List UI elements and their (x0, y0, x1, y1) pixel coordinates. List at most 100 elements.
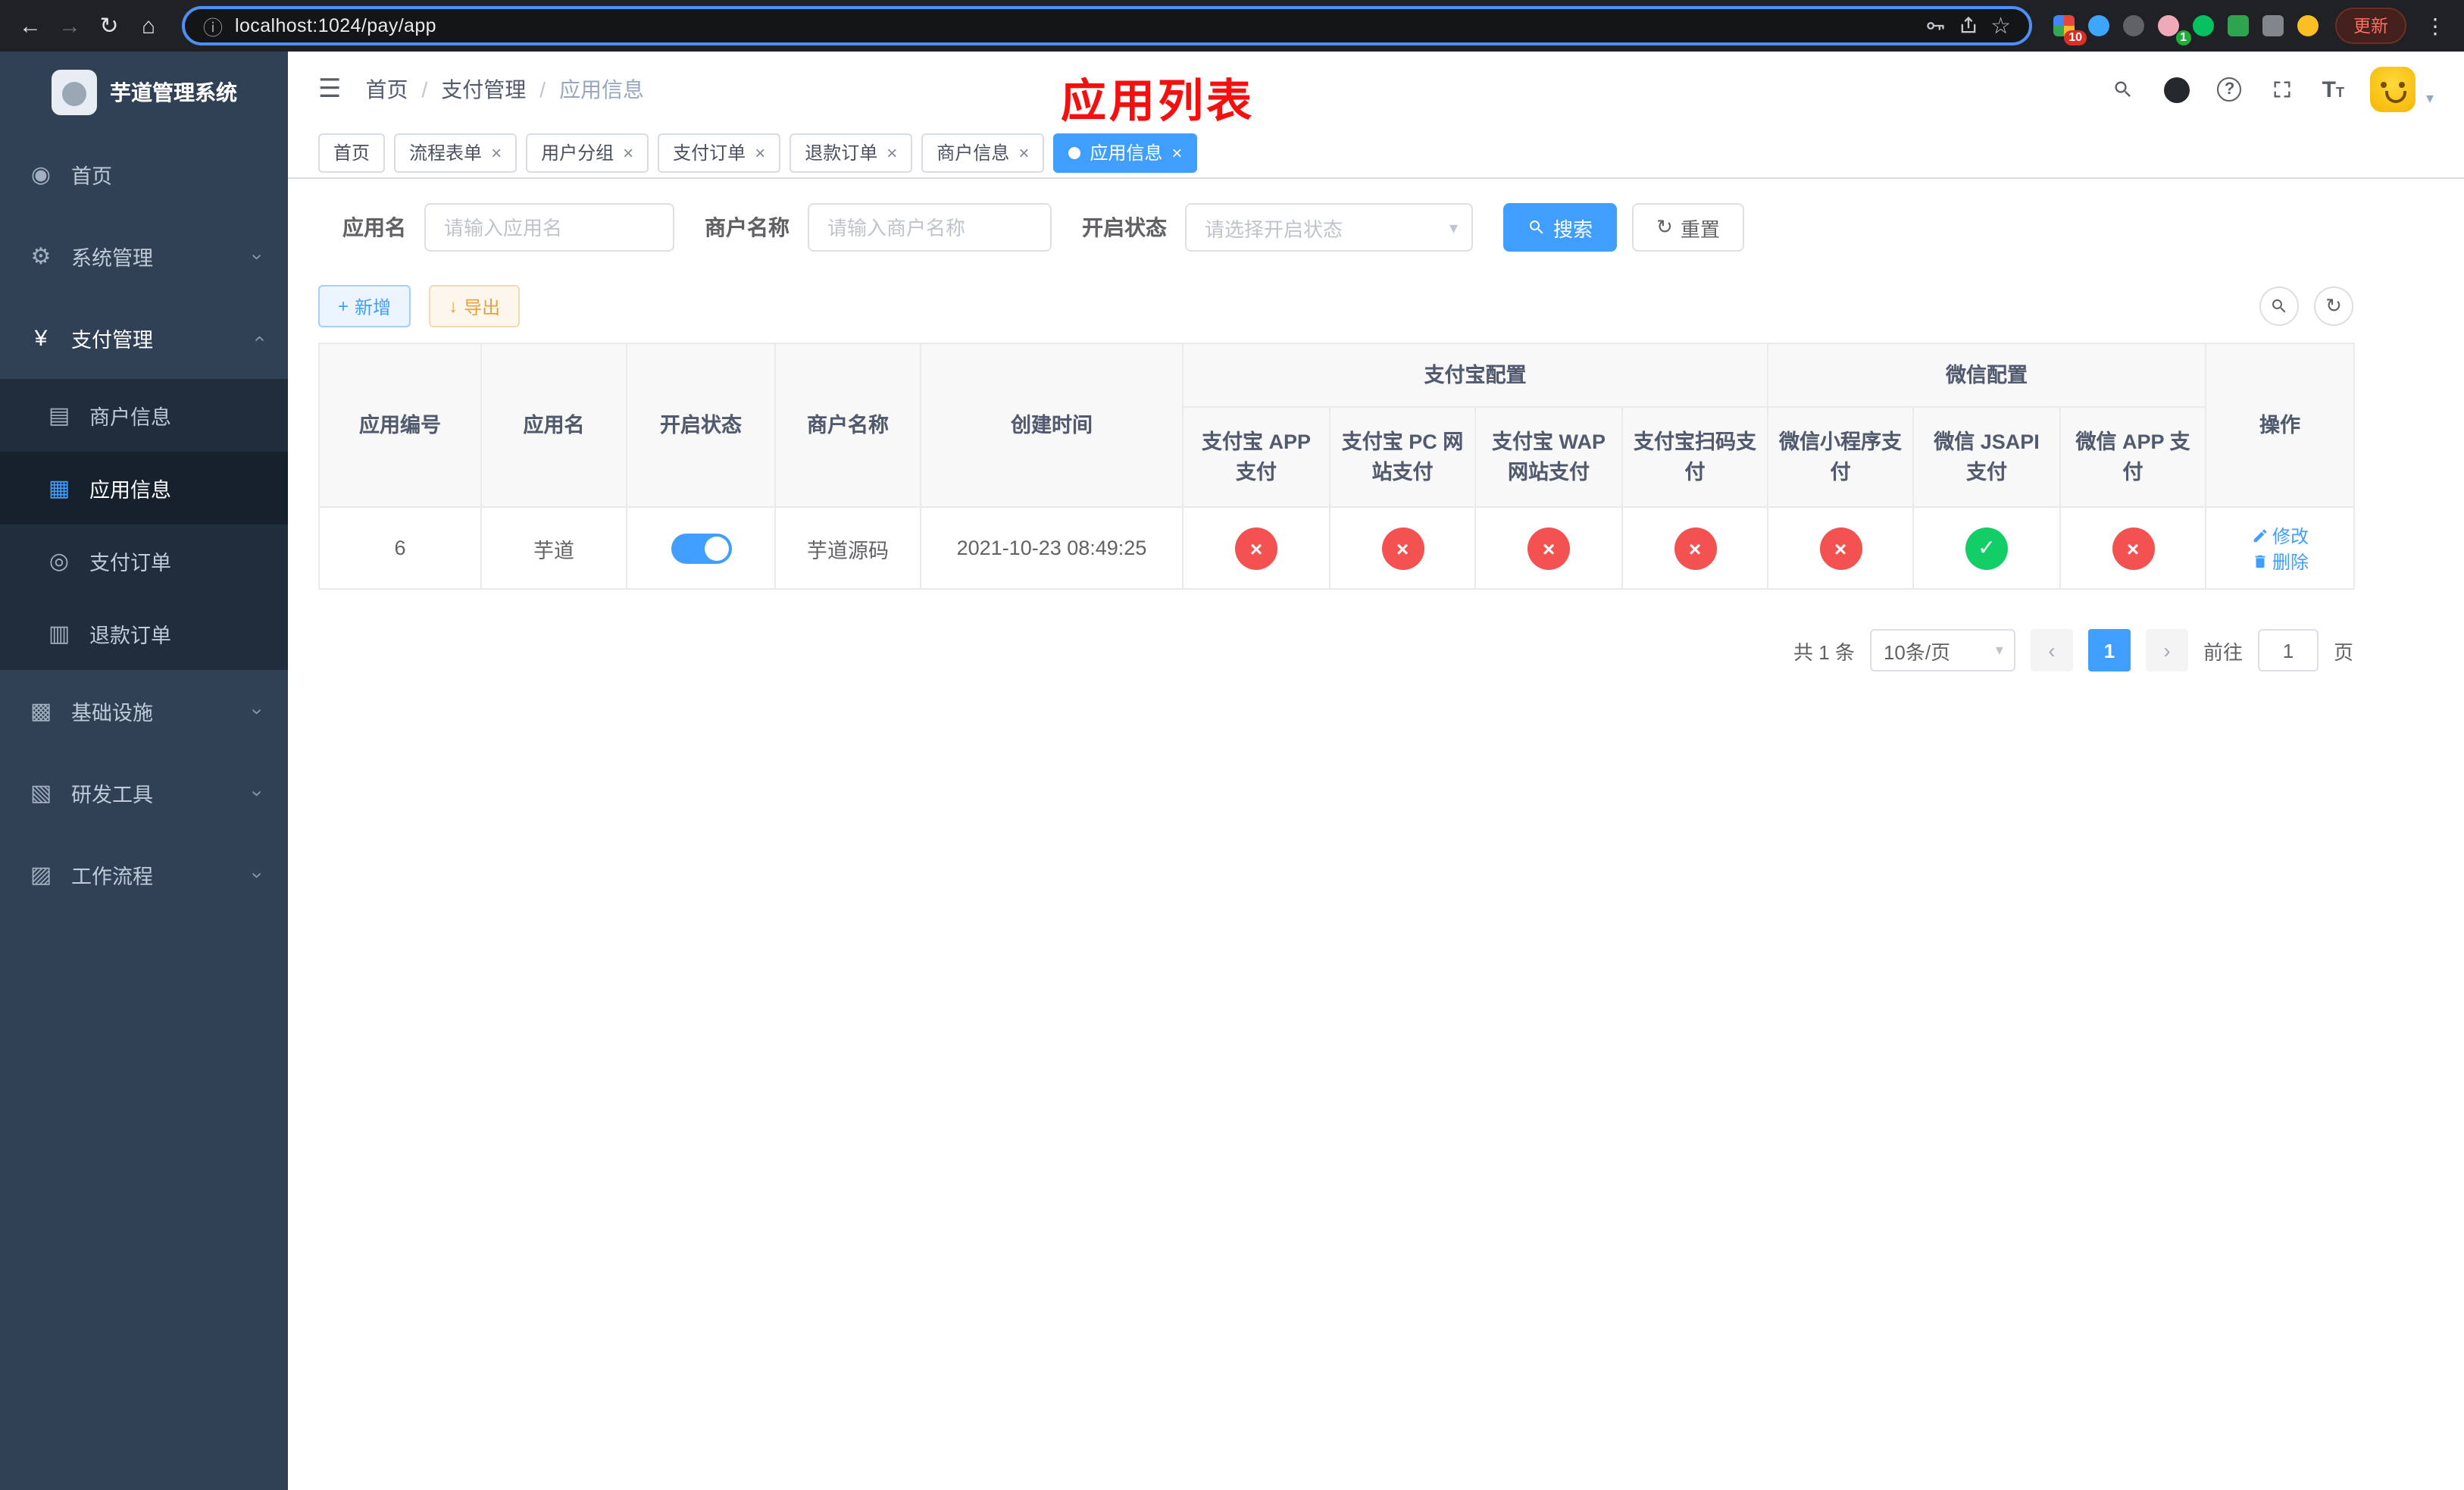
col-header-app-id: 应用编号 (318, 343, 482, 508)
logo-image (51, 70, 96, 115)
goto-label: 前往 (2203, 640, 2243, 663)
breadcrumb-payment[interactable]: 支付管理 (441, 74, 526, 105)
reload-icon[interactable]: ↻ (91, 8, 127, 44)
cell-app-name: 芋道 (480, 506, 627, 590)
toggle-search-button[interactable] (2259, 286, 2299, 326)
status-select[interactable]: 请选择开启状态 ▾ (1185, 203, 1473, 252)
help-icon[interactable]: ? (2216, 76, 2244, 103)
cell-app-id: 6 (318, 506, 482, 590)
pagination: 共 1 条 10条/页 ▾ ‹ 1 › 前往 页 (318, 629, 2353, 671)
app-name-input[interactable] (424, 203, 674, 252)
next-page-button[interactable]: › (2145, 629, 2188, 671)
browser-menu-icon[interactable]: ⋮ (2419, 13, 2452, 39)
col-header-alipay-app: 支付宝 APP 支付 (1182, 406, 1330, 508)
close-icon[interactable]: × (886, 143, 897, 161)
url-bar[interactable]: ⓘ localhost:1024/pay/app ☆ (182, 6, 2032, 45)
tab-refund-order[interactable]: 退款订单 × (790, 133, 913, 172)
bookmark-star-icon[interactable]: ☆ (1990, 14, 2011, 37)
sidebar-item-payment[interactable]: ¥ 支付管理 › (0, 297, 288, 379)
close-icon[interactable]: × (623, 143, 633, 161)
sidebar-item-infra[interactable]: ▩ 基础设施 › (0, 670, 288, 752)
search-button[interactable]: 搜索 (1503, 203, 1618, 252)
page-size-select[interactable]: 10条/页 ▾ (1869, 629, 2015, 671)
tab-merchant-info[interactable]: 商户信息 × (921, 133, 1045, 172)
status-label: 开启状态 (1082, 215, 1167, 239)
close-icon[interactable]: × (491, 143, 502, 161)
pencil-icon (2253, 528, 2266, 542)
close-icon[interactable]: × (755, 143, 765, 161)
channel-status-icon: × (2112, 527, 2154, 569)
site-info-icon[interactable]: ⓘ (203, 11, 223, 40)
channel-status-icon: × (1235, 527, 1277, 569)
enabled-toggle[interactable] (671, 533, 731, 563)
search-icon[interactable] (2110, 76, 2137, 103)
tab-pay-order[interactable]: 支付订单 × (658, 133, 781, 172)
col-header-wx-app: 微信 APP 支付 (2059, 406, 2207, 508)
table-row: 6 芋道 芋道源码 2021-10-23 08:49:25 × × × × × … (318, 506, 2356, 590)
edit-link[interactable]: 修改 (2251, 522, 2309, 548)
sidebar-item-merchant-info[interactable]: ▤ 商户信息 (0, 379, 288, 452)
refresh-icon: ↻ (1656, 215, 1673, 238)
chevron-down-icon: › (245, 707, 269, 715)
tab-home[interactable]: 首页 (318, 133, 386, 172)
reset-button[interactable]: ↻ 重置 (1632, 203, 1744, 252)
sidebar-item-app-info[interactable]: ▦ 应用信息 (0, 452, 288, 524)
extension-green-circle-icon[interactable] (2187, 11, 2219, 41)
active-dot-icon (1068, 146, 1081, 158)
close-icon[interactable]: × (1171, 143, 1182, 161)
cell-actions: 修改 删除 (2205, 506, 2356, 590)
extension-dark-icon[interactable] (2117, 11, 2149, 41)
user-avatar[interactable] (2369, 67, 2416, 112)
back-icon[interactable]: ← (12, 8, 48, 44)
url-text: localhost:1024/pay/app (235, 15, 436, 36)
sidebar-item-pay-order[interactable]: ◎ 支付订单 (0, 524, 288, 597)
sidebar-item-workflow[interactable]: ▨ 工作流程 › (0, 834, 288, 916)
chevron-down-icon: › (245, 252, 269, 260)
page-number-1[interactable]: 1 (2087, 629, 2131, 671)
refresh-table-button[interactable]: ↻ (2314, 286, 2353, 326)
collapse-sidebar-icon[interactable]: ☰ (318, 74, 342, 105)
header-actions: ? TT ▾ (2110, 67, 2434, 112)
channel-status-icon: × (1527, 527, 1570, 569)
card-icon: ▤ (48, 403, 70, 429)
sidebar-item-home[interactable]: ◉ 首页 (0, 133, 288, 215)
extension-blue-icon[interactable] (2082, 11, 2114, 41)
extension-avatar-icon[interactable]: 1 (2152, 11, 2191, 45)
sidebar-item-refund-order[interactable]: ▥ 退款订单 (0, 597, 288, 670)
group-header-wechat: 微信配置 (1766, 343, 2207, 408)
col-header-wx-mini: 微信小程序支付 (1767, 406, 1914, 508)
breadcrumb-app-info: 应用信息 (559, 77, 645, 102)
github-icon[interactable] (2163, 76, 2190, 103)
chrome-update-button[interactable]: 更新 (2335, 8, 2406, 44)
add-button[interactable]: + 新增 (318, 285, 411, 327)
export-button[interactable]: ↓ 导出 (429, 285, 521, 327)
breadcrumb-home[interactable]: 首页 (366, 74, 408, 105)
sidebar-item-devtools[interactable]: ▧ 研发工具 › (0, 752, 288, 834)
tab-process-form[interactable]: 流程表单 × (394, 133, 518, 172)
extension-puzzle-icon[interactable] (2256, 11, 2288, 41)
channel-status-icon: × (1819, 527, 1862, 569)
browser-home-icon[interactable]: ⌂ (130, 8, 167, 44)
close-icon[interactable]: × (1018, 143, 1029, 161)
sidebar-item-system[interactable]: ⚙ 系统管理 › (0, 215, 288, 297)
goto-page-input[interactable] (2257, 629, 2319, 671)
extension-grid-icon[interactable]: 10 (2047, 11, 2087, 45)
cell-created: 2021-10-23 08:49:25 (920, 506, 1184, 590)
font-size-icon[interactable]: TT (2322, 77, 2344, 102)
col-header-alipay-wap: 支付宝 WAP 网站支付 (1474, 406, 1623, 508)
share-icon[interactable] (1957, 15, 1978, 36)
extension-green-book-icon[interactable] (2222, 11, 2253, 41)
tab-user-group[interactable]: 用户分组 × (526, 133, 649, 172)
fullscreen-icon[interactable] (2269, 76, 2297, 103)
tab-app-info[interactable]: 应用信息 × (1053, 133, 1198, 172)
extension-face-icon[interactable] (2291, 11, 2323, 41)
refund-icon: ▥ (48, 621, 70, 647)
password-key-icon[interactable] (1924, 15, 1945, 36)
forward-icon[interactable]: → (52, 8, 88, 44)
avatar-caret-icon[interactable]: ▾ (2426, 91, 2434, 112)
prev-page-button[interactable]: ‹ (2030, 629, 2073, 671)
delete-link[interactable]: 删除 (2251, 548, 2309, 574)
merchant-name-label: 商户名称 (705, 215, 790, 239)
app-name-label: 应用名 (342, 215, 406, 239)
merchant-name-input[interactable] (808, 203, 1052, 252)
